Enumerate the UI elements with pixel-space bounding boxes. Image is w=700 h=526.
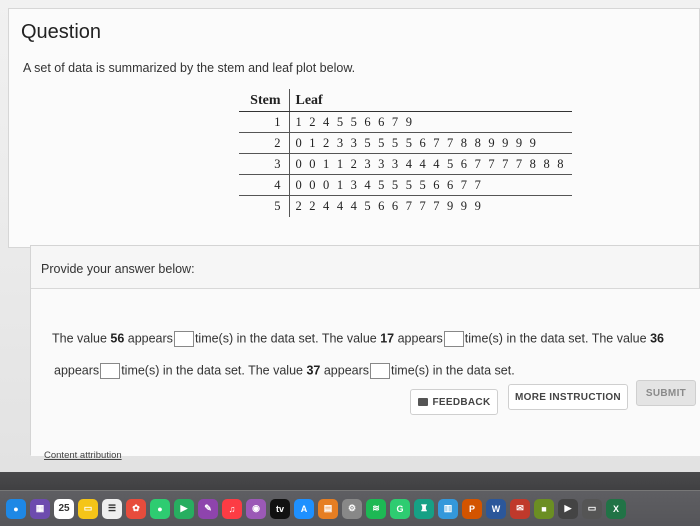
leaf-cell: 2 2 4 4 4 5 6 6 7 7 7 9 9 9 bbox=[295, 198, 484, 213]
question-prompt: A set of data is summarized by the stem … bbox=[23, 61, 356, 75]
content-attribution-link[interactable]: Content attribution bbox=[44, 450, 122, 461]
value-36: 36 bbox=[650, 331, 664, 346]
leaf-cell: 0 0 1 1 2 3 3 3 4 4 4 5 6 7 7 7 7 8 8 8 bbox=[289, 153, 572, 175]
count-17-input[interactable] bbox=[443, 331, 464, 347]
sentence-text: appears bbox=[394, 331, 443, 346]
stem-leaf-table: Stem Leaf 1 1 2 4 5 5 6 6 7 9 2 0 1 2 3 … bbox=[239, 89, 572, 217]
minecraft-icon[interactable]: ■ bbox=[534, 498, 554, 519]
submit-label: SUBMIT bbox=[645, 387, 687, 399]
reminders-icon[interactable]: ☰ bbox=[102, 498, 122, 519]
feedback-icon bbox=[417, 398, 428, 406]
leaf-header: Leaf bbox=[289, 89, 572, 112]
tv-label: tv bbox=[275, 503, 284, 514]
calendar-icon[interactable]: 25 bbox=[54, 498, 74, 519]
leaf-cell: 1 2 4 5 5 6 6 7 9 bbox=[289, 111, 572, 133]
photos-icon[interactable]: ✿ bbox=[126, 498, 146, 519]
value-37: 37 bbox=[306, 363, 321, 378]
stem-cell: 3 bbox=[239, 153, 290, 175]
excel-icon[interactable]: X bbox=[606, 498, 626, 519]
table-row: 1 1 2 4 5 5 6 6 7 9 bbox=[239, 111, 572, 133]
more-instruction-label: MORE INSTRUCTION bbox=[515, 391, 621, 403]
messages-icon[interactable]: ● bbox=[150, 498, 170, 519]
leaf-cell: 0 0 0 1 3 4 5 5 5 5 6 6 7 7 bbox=[289, 174, 572, 196]
sentence-text: time(s) in the data set. The value bbox=[121, 363, 307, 378]
calendar-day: 25 bbox=[58, 503, 70, 514]
apple-tv-icon[interactable]: tv bbox=[270, 498, 290, 519]
notes-icon[interactable]: ▭ bbox=[78, 498, 98, 519]
pages-icon[interactable]: ✎ bbox=[198, 498, 218, 519]
more-instruction-button[interactable]: MORE INSTRUCTION bbox=[508, 384, 628, 410]
stem-cell: 5 bbox=[239, 195, 290, 217]
sentence-text: time(s) in the data set. The value bbox=[194, 331, 381, 346]
count-37-input[interactable] bbox=[370, 363, 391, 379]
table-row: 4 0 0 0 1 3 4 5 5 5 5 6 6 7 7 bbox=[239, 174, 572, 196]
table-row: 5 2 2 4 4 4 5 6 6 7 7 7 9 9 9 bbox=[239, 195, 572, 217]
count-36-input[interactable] bbox=[100, 363, 121, 379]
finder-window-icon[interactable]: ▭ bbox=[582, 498, 602, 519]
podcasts-icon[interactable]: ◉ bbox=[246, 498, 266, 519]
value-56: 56 bbox=[110, 331, 125, 346]
leaf-cell: 0 1 2 3 3 5 5 5 5 6 7 7 8 8 9 9 9 9 bbox=[289, 132, 572, 154]
table-row: 2 0 1 2 3 3 5 5 5 5 6 7 7 8 8 9 9 9 9 bbox=[239, 132, 572, 154]
launchpad-icon[interactable]: ▦ bbox=[30, 498, 50, 519]
value-17: 17 bbox=[380, 331, 395, 346]
question-title: Question bbox=[21, 21, 102, 43]
answer-card: Provide your answer below: bbox=[30, 245, 700, 456]
facetime-icon[interactable]: ▶ bbox=[174, 498, 194, 519]
browser-viewport: Question A set of data is summarized by … bbox=[0, 0, 700, 472]
feedback-button[interactable]: FEEDBACK bbox=[410, 389, 498, 415]
count-56-input[interactable] bbox=[173, 331, 194, 347]
grammarly-icon[interactable]: G bbox=[390, 498, 410, 519]
sentence-text: The value bbox=[52, 331, 111, 346]
table-row: 3 0 0 1 1 2 3 3 3 4 4 4 5 6 7 7 7 7 8 8 … bbox=[239, 153, 572, 175]
question-card: Question A set of data is summarized by … bbox=[8, 8, 700, 248]
sentence-text: appears bbox=[124, 331, 173, 346]
stem-cell: 4 bbox=[239, 174, 290, 196]
numbers-icon[interactable]: ▥ bbox=[438, 498, 458, 519]
answer-sentence-line-1: The value 56 appears time(s) in the data … bbox=[52, 331, 664, 347]
music-icon[interactable]: ♫ bbox=[222, 498, 242, 519]
mail-icon[interactable]: ✉ bbox=[510, 498, 530, 519]
robinhood-icon[interactable]: ♜ bbox=[414, 498, 434, 519]
answer-label: Provide your answer below: bbox=[41, 262, 195, 276]
dock: ● ▦ 25 ▭ ☰ ✿ ● ▶ ✎ ♫ ◉ tv A ▤ ⚙ ≋ G ♜ ▥ … bbox=[0, 490, 700, 526]
chrome-icon[interactable]: ● bbox=[6, 498, 26, 519]
word-icon[interactable]: W bbox=[486, 498, 506, 519]
feedback-label: FEEDBACK bbox=[432, 396, 491, 408]
stem-header: Stem bbox=[239, 89, 290, 112]
stem-cell: 1 bbox=[239, 111, 290, 133]
app-store-icon[interactable]: A bbox=[294, 498, 314, 519]
submit-button[interactable]: SUBMIT bbox=[636, 380, 696, 406]
books-icon[interactable]: ▤ bbox=[318, 498, 338, 519]
sentence-text: time(s) in the data set. The value bbox=[464, 331, 651, 346]
sentence-text: appears bbox=[320, 363, 370, 378]
stem-cell: 2 bbox=[239, 132, 290, 154]
answer-sentence-line-2: appears time(s) in the data set. The valu… bbox=[54, 363, 515, 379]
sentence-text: appears bbox=[54, 363, 100, 378]
spotify-icon[interactable]: ≋ bbox=[366, 498, 386, 519]
powerpoint-icon[interactable]: P bbox=[462, 498, 482, 519]
preferences-icon[interactable]: ⚙ bbox=[342, 498, 362, 519]
zoom-icon[interactable]: ▶ bbox=[558, 498, 578, 519]
sentence-text: time(s) in the data set. bbox=[391, 363, 515, 378]
